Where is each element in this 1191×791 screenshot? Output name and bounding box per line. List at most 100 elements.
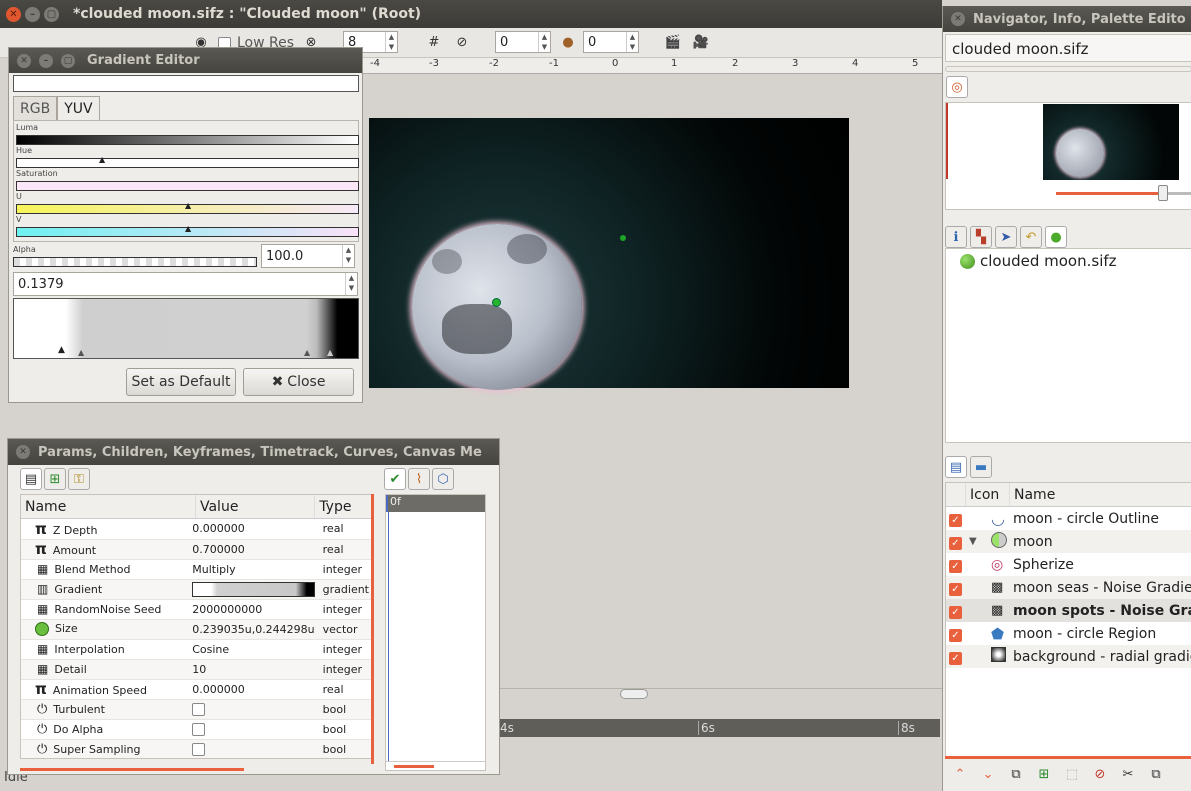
- gradient-value-preview[interactable]: [192, 581, 315, 597]
- param-value[interactable]: 10: [188, 659, 319, 680]
- param-value[interactable]: [188, 579, 319, 600]
- cpoint-marker[interactable]: ▲: [304, 348, 310, 357]
- raise-layer-icon[interactable]: ⌃: [949, 764, 971, 786]
- layer-name[interactable]: moon spots - Noise Gradient: [1010, 599, 1191, 622]
- timetrack-tab-icon[interactable]: ✔: [384, 468, 406, 490]
- hue-slider[interactable]: ▲: [16, 155, 359, 168]
- onion-skin-icon[interactable]: ⊘: [451, 32, 473, 54]
- duplicate-layer-icon[interactable]: ⧉: [1005, 764, 1027, 786]
- layer-expander[interactable]: [966, 645, 988, 668]
- center-duck-handle[interactable]: [492, 298, 501, 307]
- pointer-icon[interactable]: ➤: [995, 226, 1017, 248]
- time-slider[interactable]: 4s 6s 8s: [500, 719, 940, 737]
- layer-name[interactable]: moon - circle Outline: [1010, 507, 1191, 530]
- col-icon[interactable]: Icon: [966, 483, 1010, 506]
- layer-name[interactable]: moon seas - Noise Gradient: [1010, 576, 1191, 599]
- navigator-thumbnail[interactable]: [1043, 104, 1179, 180]
- layer-visibility-checkbox[interactable]: ✓: [949, 559, 962, 573]
- saturation-slider[interactable]: [16, 181, 359, 191]
- layer-row[interactable]: ✓ background - radial gradient: [946, 645, 1191, 668]
- lower-layer-icon[interactable]: ⌄: [977, 764, 999, 786]
- past-keyframes-spinbox[interactable]: 0 ▲ ▼: [495, 31, 551, 53]
- col-type[interactable]: Type: [315, 495, 373, 518]
- layer-name[interactable]: background - radial gradient: [1010, 645, 1191, 668]
- param-value[interactable]: Cosine: [188, 639, 319, 660]
- close-icon[interactable]: ✕: [17, 53, 31, 68]
- tab-rgb[interactable]: RGB: [13, 96, 58, 121]
- layer-expander[interactable]: [966, 599, 988, 622]
- layer-row[interactable]: ✓ ▼ moon: [946, 530, 1191, 553]
- layer-expander[interactable]: [966, 622, 988, 645]
- cut-icon[interactable]: ✂: [1117, 764, 1139, 786]
- minimize-icon[interactable]: –: [39, 53, 53, 68]
- close-icon[interactable]: ✕: [951, 12, 965, 26]
- param-row[interactable]: ▦ Detail 10 integer: [21, 659, 373, 680]
- render-icon[interactable]: 🎬: [662, 32, 684, 54]
- tab-yuv[interactable]: YUV: [57, 96, 100, 121]
- param-value[interactable]: [188, 719, 319, 740]
- super-sampling-checkbox[interactable]: [192, 742, 206, 756]
- param-row[interactable]: ▥ Gradient gradient: [21, 579, 373, 600]
- layer-row[interactable]: ✓ ⬟ moon - circle Region: [946, 622, 1191, 645]
- layer-expander[interactable]: [966, 553, 988, 576]
- timetrack-scroll[interactable]: [386, 761, 485, 770]
- param-row[interactable]: ⏻ Do Alpha bool: [21, 719, 373, 740]
- select-all-icon[interactable]: ⬚: [1061, 764, 1083, 786]
- param-value[interactable]: 0.000000: [188, 519, 319, 540]
- info-icon[interactable]: ℹ: [945, 226, 967, 248]
- param-value[interactable]: 0.700000: [188, 539, 319, 560]
- param-row[interactable]: ⏻ Super Sampling bool: [21, 739, 373, 758]
- close-button[interactable]: ✖ Close: [243, 368, 354, 396]
- layer-name[interactable]: moon - circle Region: [1010, 622, 1191, 645]
- layer-visibility-checkbox[interactable]: ✓: [949, 651, 962, 665]
- param-row[interactable]: π Animation Speed 0.000000 real: [21, 679, 373, 700]
- layer-visibility-checkbox[interactable]: ✓: [949, 605, 962, 619]
- gradient-editor-preview[interactable]: ▲ ▲ ▲ ▲: [13, 298, 359, 359]
- col-value[interactable]: Value: [196, 495, 316, 518]
- layer-visibility-checkbox[interactable]: ✓: [949, 628, 962, 642]
- layer-row[interactable]: ✓ ▩ moon seas - Noise Gradient: [946, 576, 1191, 599]
- param-row[interactable]: π Z Depth 0.000000 real: [21, 519, 373, 540]
- maximize-icon[interactable]: ▢: [61, 53, 75, 68]
- grid-icon[interactable]: #: [423, 32, 445, 54]
- navigator-view[interactable]: [945, 102, 1191, 210]
- layer-row[interactable]: ✓ ◎ Spherize: [946, 553, 1191, 576]
- do-alpha-checkbox[interactable]: [192, 722, 206, 736]
- set-as-default-button[interactable]: Set as Default: [126, 368, 236, 396]
- layers-scroll[interactable]: [945, 756, 1191, 759]
- layers-tab-icon[interactable]: ▤: [945, 456, 967, 478]
- cpoint-marker[interactable]: ▲: [78, 348, 84, 357]
- zoom-slider-handle[interactable]: [1158, 185, 1168, 201]
- param-row[interactable]: π Amount 0.700000 real: [21, 539, 373, 560]
- copy-icon[interactable]: ⧉: [1145, 764, 1167, 786]
- param-value[interactable]: 0.000000: [188, 679, 319, 700]
- timetrack-area[interactable]: 0f: [385, 494, 486, 771]
- canvas-selector[interactable]: clouded moon.sifz: [945, 34, 1191, 62]
- curves-tab-icon[interactable]: ⌇: [408, 468, 430, 490]
- navigator-zoom-slider[interactable]: [1056, 192, 1191, 195]
- close-icon[interactable]: ✕: [16, 445, 30, 459]
- param-row[interactable]: ▦ Blend Method Multiply integer: [21, 559, 373, 580]
- param-value[interactable]: [188, 699, 319, 720]
- window-close-button[interactable]: ✕: [6, 6, 21, 22]
- v-slider[interactable]: ▲: [16, 224, 359, 237]
- cpoint-marker[interactable]: ▲: [327, 348, 333, 357]
- canvas-metadata-tab-icon[interactable]: ⬡: [432, 468, 454, 490]
- palette-icon[interactable]: ▚: [970, 226, 992, 248]
- cpoint-marker[interactable]: ▲: [58, 345, 65, 355]
- layer-expander[interactable]: ▼: [966, 530, 988, 553]
- canvas-browser-item[interactable]: clouded moon.sifz: [946, 249, 1191, 273]
- layer-visibility-checkbox[interactable]: ✓: [949, 582, 962, 596]
- cpoint-position-spinbox[interactable]: 0.1379 ▲ ▼: [13, 272, 358, 296]
- future-keyframes-spinbox[interactable]: 0 ▲ ▼: [583, 31, 639, 53]
- params-hscroll[interactable]: [20, 768, 244, 771]
- param-row[interactable]: ⏻ Turbulent bool: [21, 699, 373, 720]
- turbulent-checkbox[interactable]: [192, 702, 206, 716]
- layer-row[interactable]: ✓ ◡ moon - circle Outline: [946, 507, 1191, 530]
- onion-icon[interactable]: ●: [557, 32, 579, 54]
- children-tab-icon[interactable]: ⊞: [44, 468, 66, 490]
- layer-visibility-checkbox[interactable]: ✓: [949, 536, 962, 550]
- param-value[interactable]: [188, 739, 319, 758]
- params-vscroll[interactable]: [371, 494, 374, 764]
- size-duck-handle[interactable]: [620, 235, 626, 241]
